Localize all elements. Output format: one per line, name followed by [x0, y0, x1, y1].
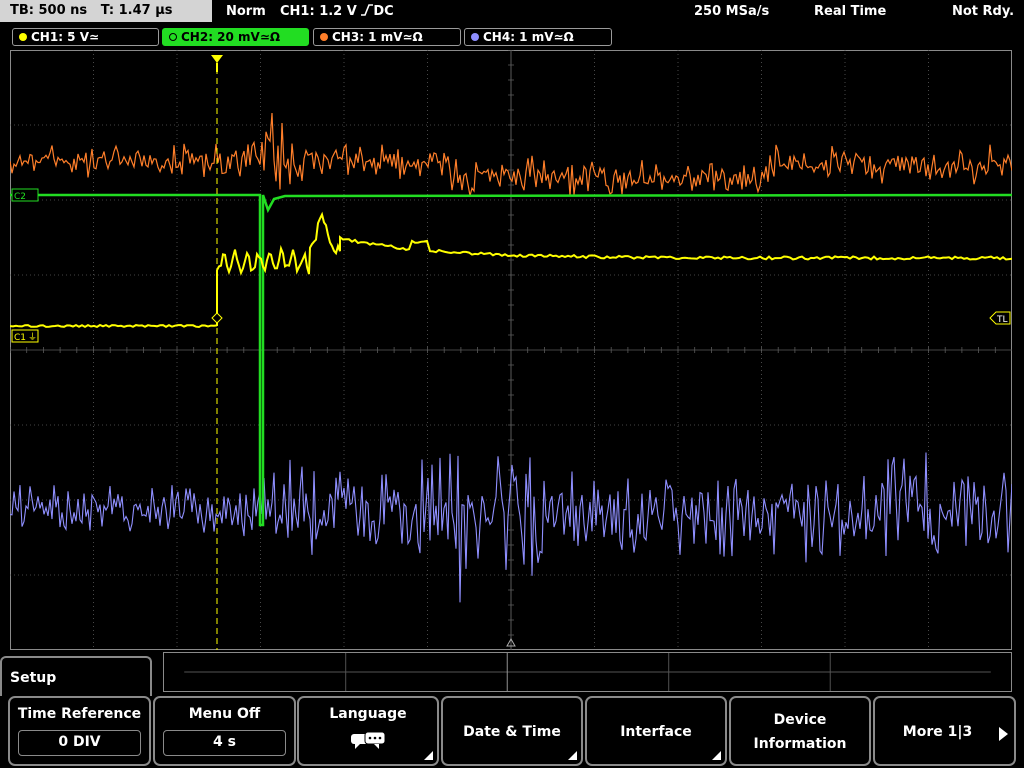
menu-off-value[interactable]: 4 s	[163, 730, 286, 756]
more-button[interactable]: More 1|3	[873, 696, 1016, 766]
next-page-icon	[999, 727, 1008, 741]
ch2-marker-label: C2	[14, 192, 26, 202]
time-reference-value[interactable]: 0 DIV	[18, 730, 141, 756]
coupling-symbol: ≃Ω	[402, 30, 423, 44]
trigger-coupling: DC	[373, 4, 394, 19]
softkey-label: Menu Off	[188, 706, 261, 722]
channel-tab-ch1[interactable]: CH1: 5 V≃	[12, 28, 159, 46]
softkey-label: More 1|3	[902, 724, 973, 740]
channel-label: CH4: 1 mV	[483, 30, 554, 44]
waveform-display[interactable]: C1 ⏚ C2 TL	[10, 50, 1012, 650]
status-bar: TB: 500 ns T: 1.47 µs Norm CH1: 1.2 V DC…	[0, 0, 1024, 24]
channel-tab-ch4[interactable]: CH4: 1 mV≃Ω	[464, 28, 612, 46]
softkey-label: Device	[773, 712, 827, 728]
channel-label: CH1: 5 V	[31, 30, 89, 44]
submenu-indicator-icon	[424, 751, 433, 760]
softkey-label: Language	[329, 706, 407, 722]
svg-text:⏚: ⏚	[28, 332, 37, 343]
zoom-overview	[163, 652, 1012, 692]
channel-color-dot	[19, 32, 27, 41]
date-time-button[interactable]: Date & Time	[441, 696, 583, 766]
menu-title: Setup	[0, 656, 152, 696]
speech-bubble-icon	[351, 731, 386, 749]
channel-color-dot	[471, 32, 479, 41]
timebase-box[interactable]: TB: 500 ns T: 1.47 µs	[0, 0, 212, 22]
acquisition-mode: Real Time	[814, 4, 887, 19]
channel-tab-ch3[interactable]: CH3: 1 mV≃Ω	[313, 28, 461, 46]
interface-button[interactable]: Interface	[585, 696, 727, 766]
channel-tab-ch2[interactable]: CH2: 20 mV≃Ω	[162, 28, 309, 46]
submenu-indicator-icon	[712, 751, 721, 760]
coupling-symbol: ≃	[89, 30, 100, 44]
coupling-symbol: ≃Ω	[553, 30, 574, 44]
channel-label: CH2: 20 mV	[181, 30, 260, 44]
trigger-time-value: T: 1.47 µs	[100, 3, 173, 18]
ch1-offset-marker[interactable]: C1 ⏚	[11, 329, 39, 343]
ch1-marker-label: C1	[14, 333, 26, 343]
timebase-value: TB: 500 ns	[10, 3, 88, 18]
submenu-indicator-icon	[568, 751, 577, 760]
softkey-label: Time Reference	[17, 706, 142, 722]
trigger-mode[interactable]: Norm	[226, 0, 266, 24]
ch2-offset-marker[interactable]: C2	[11, 188, 39, 202]
softkey-label-line2: Information	[753, 736, 847, 752]
ready-state: Not Rdy.	[952, 4, 1015, 19]
trigger-source-level: CH1: 1.2 V	[280, 4, 357, 19]
menu-off-button[interactable]: Menu Off 4 s	[153, 696, 296, 766]
coupling-symbol: ≃Ω	[259, 30, 281, 44]
channel-label: CH3: 1 mV	[332, 30, 403, 44]
channel-color-dot	[320, 32, 328, 41]
trigger-info[interactable]: CH1: 1.2 V DC	[280, 0, 394, 24]
language-button[interactable]: Language	[297, 696, 439, 766]
softkey-label: Date & Time	[463, 724, 561, 740]
trigger-level-label: TL	[996, 315, 1008, 325]
sample-rate: 250 MSa/s	[694, 4, 770, 19]
softkey-label: Interface	[620, 724, 692, 740]
channel-color-dot	[169, 32, 177, 41]
rising-edge-icon	[361, 4, 374, 16]
device-information-button[interactable]: Device Information	[729, 696, 871, 766]
time-reference-button[interactable]: Time Reference 0 DIV	[8, 696, 151, 766]
